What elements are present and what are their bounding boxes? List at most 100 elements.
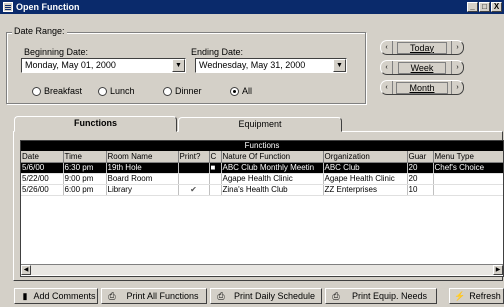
cell-date: 5/6/00: [21, 162, 64, 174]
cell-menu: Chef's Choice: [433, 162, 503, 174]
beginning-date-label: Beginning Date:: [24, 47, 89, 57]
print-all-label: Print All Functions: [126, 291, 199, 301]
today-nav: ‹ Today ›: [380, 40, 464, 55]
cell-room: Board Room: [106, 173, 179, 185]
maximize-button[interactable]: □: [479, 2, 490, 12]
beginning-date-combo[interactable]: Monday, May 01, 2000 ▼: [21, 58, 186, 73]
dropdown-arrow-icon[interactable]: ▼: [172, 59, 185, 72]
radio-lunch[interactable]: Lunch: [98, 86, 135, 96]
week-button[interactable]: Week: [397, 61, 447, 74]
cell-print[interactable]: [178, 162, 210, 174]
cell-organization: ZZ Enterprises: [323, 184, 408, 196]
functions-table: Date Time Room Name Print? C Nature Of F…: [21, 151, 503, 196]
radio-icon: [98, 86, 107, 96]
cell-nature: Agape Health Clinic: [221, 173, 324, 185]
add-comments-button[interactable]: ▮ Add Comments: [14, 288, 98, 304]
radio-icon: [163, 86, 172, 96]
radio-dinner-label: Dinner: [175, 86, 202, 96]
cell-nature: ABC Club Monthly Meetin: [221, 162, 324, 174]
cell-date: 5/26/00: [21, 184, 64, 196]
radio-dinner[interactable]: Dinner: [163, 86, 202, 96]
grid-title: Functions: [21, 141, 503, 151]
window-title: Open Function: [16, 2, 80, 12]
col-header-organization[interactable]: Organization: [323, 151, 408, 163]
cell-room: Library: [106, 184, 179, 196]
cell-c: ■: [209, 162, 222, 174]
tab-equipment[interactable]: Equipment: [178, 117, 342, 132]
printer-icon: ⎙: [217, 290, 225, 301]
radio-all-label: All: [242, 86, 253, 96]
title-bar: Open Function _ □ X: [0, 0, 504, 14]
col-header-nature[interactable]: Nature Of Function: [221, 151, 324, 163]
cell-date: 5/22/00: [21, 173, 64, 185]
radio-lunch-label: Lunch: [110, 86, 135, 96]
cell-room: 19th Hole: [106, 162, 179, 174]
tab-functions[interactable]: Functions: [14, 116, 177, 132]
col-header-menu[interactable]: Menu Type: [433, 151, 503, 163]
radio-all[interactable]: All: [230, 86, 252, 96]
print-equip-label: Print Equip. Needs: [351, 291, 428, 301]
next-week-button[interactable]: ›: [451, 61, 463, 74]
cell-menu: [433, 184, 503, 196]
radio-icon: [32, 86, 41, 96]
checkmark-icon[interactable]: ✔: [178, 184, 210, 196]
next-day-button[interactable]: ›: [451, 41, 463, 54]
cell-nature: Zina's Health Club: [221, 184, 324, 196]
week-nav: ‹ Week ›: [380, 60, 464, 75]
month-nav: ‹ Month ›: [380, 80, 464, 95]
col-header-print[interactable]: Print?: [178, 151, 210, 163]
window-controls: _ □ X: [467, 2, 502, 12]
cell-time: 9:00 pm: [63, 173, 107, 185]
cell-time: 6:30 pm: [63, 162, 107, 174]
scroll-left-icon[interactable]: ◀: [21, 265, 31, 275]
scroll-right-icon[interactable]: ▶: [493, 265, 503, 275]
cell-organization: Agape Health Clinic: [323, 173, 408, 185]
col-header-date[interactable]: Date: [21, 151, 64, 163]
radio-breakfast-label: Breakfast: [44, 86, 83, 96]
today-button[interactable]: Today: [396, 41, 448, 54]
close-button[interactable]: X: [491, 2, 502, 12]
horizontal-scrollbar[interactable]: ◀ ▶: [21, 264, 503, 275]
beginning-date-value: Monday, May 01, 2000: [25, 60, 116, 70]
printer-icon: ⎙: [108, 290, 116, 301]
col-header-guar[interactable]: Guar: [407, 151, 434, 163]
print-daily-schedule-button[interactable]: ⎙ Print Daily Schedule: [210, 288, 322, 304]
month-button[interactable]: Month: [396, 81, 448, 94]
table-row[interactable]: 5/26/00 6:00 pm Library ✔ Zina's Health …: [21, 184, 503, 196]
cell-print[interactable]: [178, 173, 210, 185]
comment-icon: ▮: [22, 290, 28, 301]
refresh-icon: ⚡: [454, 290, 466, 301]
ending-date-combo[interactable]: Wednesday, May 31, 2000 ▼: [195, 58, 347, 73]
cell-c: [209, 173, 222, 185]
prev-day-button[interactable]: ‹: [381, 41, 393, 54]
col-header-time[interactable]: Time: [63, 151, 107, 163]
functions-grid[interactable]: Functions Date Time Room Name Print? C N…: [20, 140, 504, 277]
table-row[interactable]: 5/6/00 6:30 pm 19th Hole ■ ABC Club Mont…: [21, 162, 503, 174]
printer-icon: ⎙: [332, 290, 340, 301]
date-range-label: Date Range:: [12, 26, 67, 36]
cell-c: [209, 184, 222, 196]
print-equip-needs-button[interactable]: ⎙ Print Equip. Needs: [325, 288, 437, 304]
dropdown-arrow-icon[interactable]: ▼: [333, 59, 346, 72]
cell-time: 6:00 pm: [63, 184, 107, 196]
table-row[interactable]: 5/22/00 9:00 pm Board Room Agape Health …: [21, 173, 503, 185]
ending-date-label: Ending Date:: [191, 47, 244, 57]
radio-breakfast[interactable]: Breakfast: [32, 86, 82, 96]
radio-selected-icon: [230, 86, 239, 96]
refresh-button[interactable]: ⚡ Refresh: [449, 288, 504, 304]
add-comments-label: Add Comments: [33, 291, 96, 301]
cell-organization: ABC Club: [323, 162, 408, 174]
minimize-button[interactable]: _: [467, 2, 478, 12]
next-month-button[interactable]: ›: [451, 81, 463, 94]
ending-date-value: Wednesday, May 31, 2000: [199, 60, 306, 70]
prev-month-button[interactable]: ‹: [381, 81, 393, 94]
app-icon: [3, 2, 13, 12]
print-all-functions-button[interactable]: ⎙ Print All Functions: [101, 288, 207, 304]
cell-menu: [433, 173, 503, 185]
col-header-c[interactable]: C: [209, 151, 222, 163]
col-header-room[interactable]: Room Name: [106, 151, 179, 163]
cell-guar: 20: [407, 173, 434, 185]
grid-header-row: Date Time Room Name Print? C Nature Of F…: [21, 151, 503, 163]
prev-week-button[interactable]: ‹: [381, 61, 393, 74]
cell-guar: 10: [407, 184, 434, 196]
